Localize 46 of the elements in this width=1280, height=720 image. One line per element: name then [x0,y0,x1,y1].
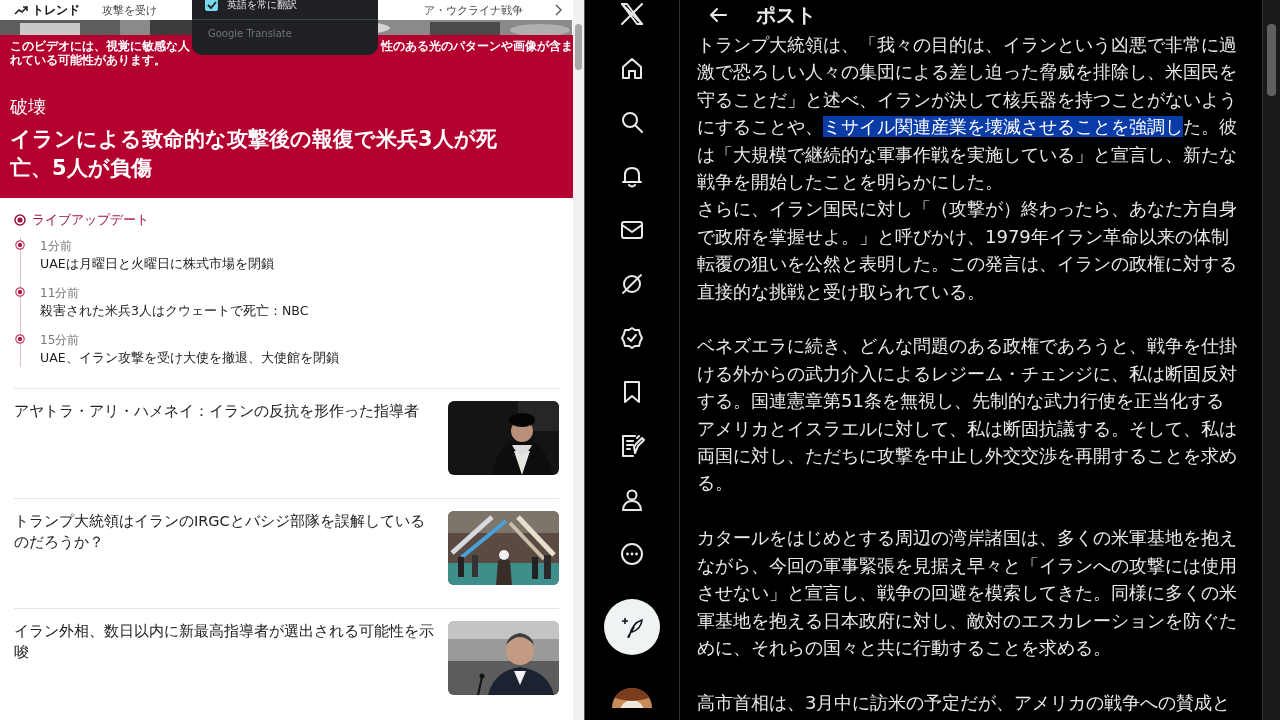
update-time: 11分前 [40,285,81,302]
profile-icon[interactable] [619,487,645,513]
back-arrow-icon[interactable] [708,7,728,23]
article-link[interactable]: アヤトラ・アリ・ハメネイ：イランの反抗を形作った指導者 [14,401,439,422]
article-link[interactable]: トランプ大統領はイランのIRGCとバシジ部隊を誤解しているのだろうか？ [14,511,439,553]
x-logo-icon[interactable] [619,1,645,27]
post-text: ベネズエラに続き、どんな問題のある政権であろうと、戦争を仕掛ける外からの武力介入によるレジーム・チェンジに、私は断固反対する。国連憲章第51条を無視し、先制的な武力行使を正当化するアメリカとイスラエルに対して、私は断固抗議する。そして、私は両国に対し、ただちに攻撃を中止し外交交渉を再開することを求める。 [697,334,1238,496]
option-label: 英語を常に翻訳 [227,0,297,12]
update-link[interactable]: UAE、イラン攻撃を受け大使を撤退、大使館を閉鎖 [40,349,339,367]
compose-button[interactable] [604,599,660,655]
update-link[interactable]: UAEは月曜日と火曜日に株式市場を閉鎖 [40,255,274,273]
verified-icon[interactable] [619,325,645,351]
timeline-dot-icon [15,287,25,297]
warning-text: れている可能性があります。 [10,53,167,67]
home-icon[interactable] [619,55,645,81]
scrollbar-thumb[interactable] [1267,24,1276,96]
update-link[interactable]: 殺害された米兵3人はクウェートで死亡：NBC [40,302,309,320]
page-title: ポスト [756,1,816,29]
chevron-right-icon[interactable] [555,4,563,16]
article-link[interactable]: イラン外相、数日以内に新最高指導者が選出される可能性を示唆 [14,621,439,663]
trend-icon [14,5,28,15]
search-icon[interactable] [619,109,645,135]
post-text: カタールをはじめとする周辺の湾岸諸国は、多くの米軍基地を抱えながら、今回の軍事緊張を見据え早々と「イランへの攻撃には使用させない」と宣言し、戦争の回避を模索してきた。同様に多くの米軍基地を抱える日本政府に対し、敵対のエスカレーションを防ぐために、それらの国々と共に行動することを求める。 [697,526,1238,660]
post-text: 高市首相は、3月中に訪米の予定だが、アメリカの戦争への賛成と [697,690,1232,715]
translate-footer: Google Translate [192,20,378,39]
timeline-dot-icon [15,334,25,344]
topic-link[interactable]: ア・ウクライナ戦争 [424,2,523,18]
edit-list-icon[interactable] [619,433,645,459]
scrollbar-thumb[interactable] [575,24,582,70]
post-text: さらに、イラン国民に対し「（攻撃が）終わったら、あなた方自身で政府を掌握せよ。」と呼びかけ、1979年イラン革命以来の体制転覆の狙いを公然と表明した。この発言は、イランの政権に対する直接的な挑戦と受け取られている。 [697,197,1238,304]
checkbox[interactable] [205,0,218,11]
update-time: 15分前 [40,332,81,349]
feather-icon [620,615,644,639]
update-time: 1分前 [40,238,73,255]
live-updates-link[interactable]: ライブアップデート [32,211,149,229]
more-icon[interactable] [619,541,645,567]
topic-link[interactable]: 攻撃を受け [102,2,157,18]
category-label: 破壊 [10,95,47,119]
warning-text: 性のある光のパターンや画像が含ま [381,39,573,53]
headline[interactable]: イランによる致命的な攻撃後の報復で米兵3人が死亡、5人が負傷 [10,125,520,183]
warning-text: このビデオには、視覚に敏感な人 [10,39,190,53]
trend-label: トレンド [32,1,80,19]
post-text: トランプ大統領は、「我々の目的は、イランという凶悪で非常に過激で恐ろしい人々の集団による差し迫った脅威を排除し、米国民を守ることだ」と述べ、イランが決して核兵器を持つことがないようにすることや、ミサイル関連産業を壊滅させることを強調し た。彼は「大規模で継続的な軍事作戦を実施している」と宣言し、新たな戦争を開始したことを明らかにした。 [697,33,1238,195]
live-icon [14,214,26,226]
timeline-dot-icon [15,240,25,250]
slash-circle-icon[interactable] [619,271,645,297]
